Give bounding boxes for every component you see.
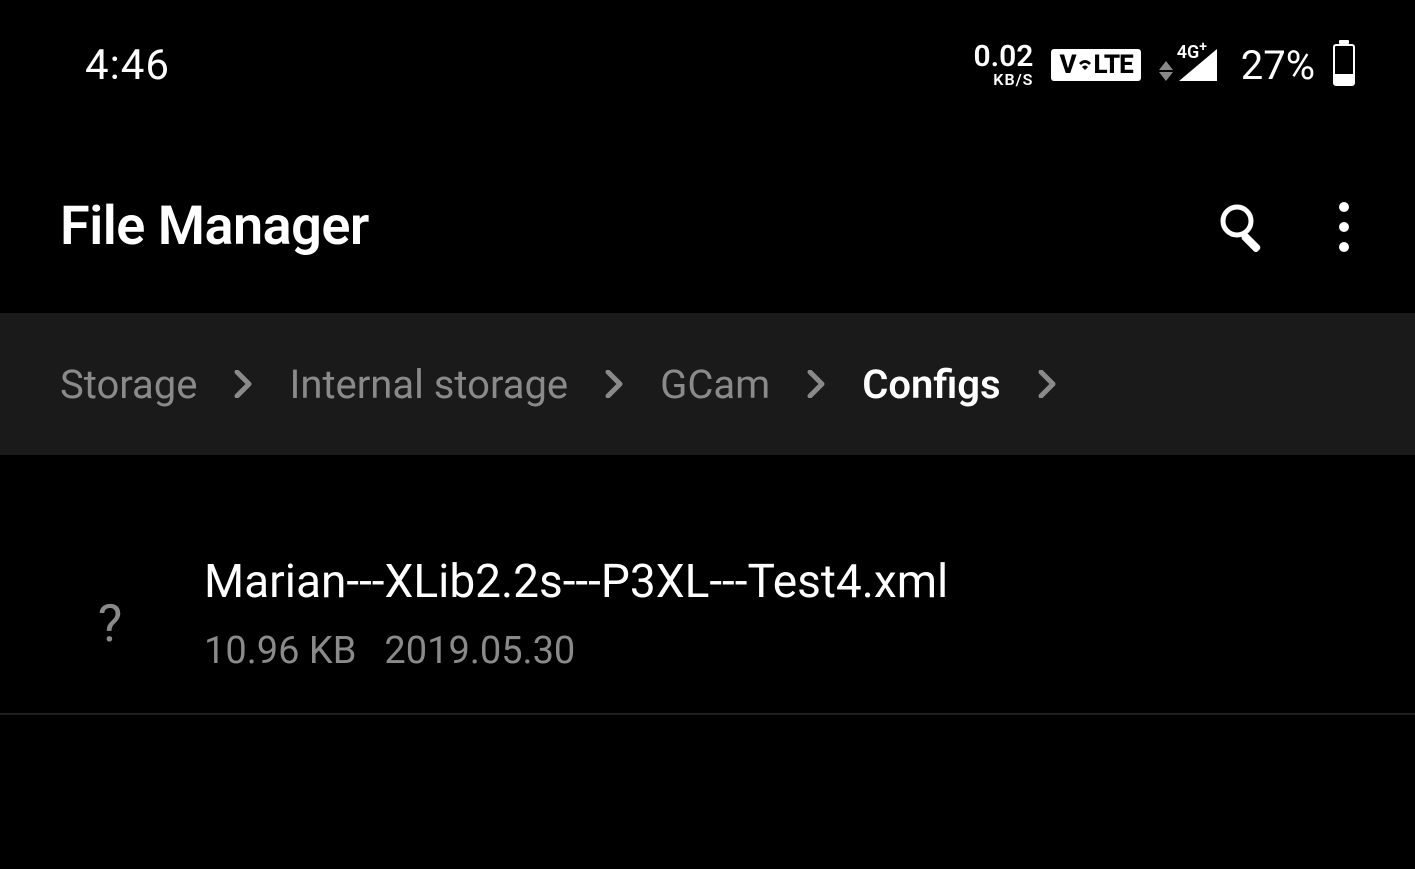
file-size: 10.96 KB (204, 629, 356, 673)
volte-badge: V LTE (1051, 49, 1140, 81)
file-meta: Marian---XLib2.2s---P3XL---Test4.xml 10.… (204, 555, 948, 673)
chevron-right-icon (233, 370, 253, 398)
app-actions (1217, 201, 1355, 253)
data-rate-unit: KB/S (974, 72, 1034, 88)
status-time: 4:46 (85, 41, 170, 90)
file-name: Marian---XLib2.2s---P3XL---Test4.xml (204, 555, 948, 609)
chevron-right-icon (806, 370, 826, 398)
data-rate-value: 0.02 (974, 42, 1034, 72)
status-right: 0.02 KB/S V LTE 4G+ 27% (974, 42, 1356, 89)
chevron-right-icon (1037, 370, 1057, 398)
app-title: File Manager (60, 195, 369, 258)
file-list: ? Marian---XLib2.2s---P3XL---Test4.xml 1… (0, 455, 1415, 715)
more-options-button[interactable] (1339, 202, 1355, 252)
file-subtext: 10.96 KB 2019.05.30 (204, 629, 948, 673)
data-rate: 0.02 KB/S (974, 42, 1034, 88)
app-bar: File Manager (0, 95, 1415, 313)
breadcrumb-item-internal-storage[interactable]: Internal storage (289, 361, 568, 408)
signal-indicator: 4G+ (1159, 49, 1217, 81)
breadcrumb: Storage Internal storage GCam Configs (0, 313, 1415, 455)
chevron-right-icon (604, 370, 624, 398)
unknown-file-icon: ? (60, 575, 160, 654)
status-bar: 4:46 0.02 KB/S V LTE 4G+ 27% (0, 0, 1415, 95)
breadcrumb-item-storage[interactable]: Storage (60, 361, 197, 408)
battery-percentage: 27% (1241, 42, 1315, 89)
network-label: 4G+ (1177, 39, 1207, 63)
breadcrumb-item-configs[interactable]: Configs (862, 361, 1000, 408)
file-date: 2019.05.30 (384, 629, 575, 673)
breadcrumb-item-gcam[interactable]: GCam (660, 361, 770, 408)
more-icon (1339, 202, 1349, 212)
file-row[interactable]: ? Marian---XLib2.2s---P3XL---Test4.xml 1… (0, 525, 1415, 715)
search-icon (1217, 201, 1269, 253)
battery-icon (1333, 44, 1355, 86)
search-button[interactable] (1217, 201, 1269, 253)
status-left: 4:46 (85, 41, 170, 90)
data-arrows-icon (1159, 61, 1173, 81)
